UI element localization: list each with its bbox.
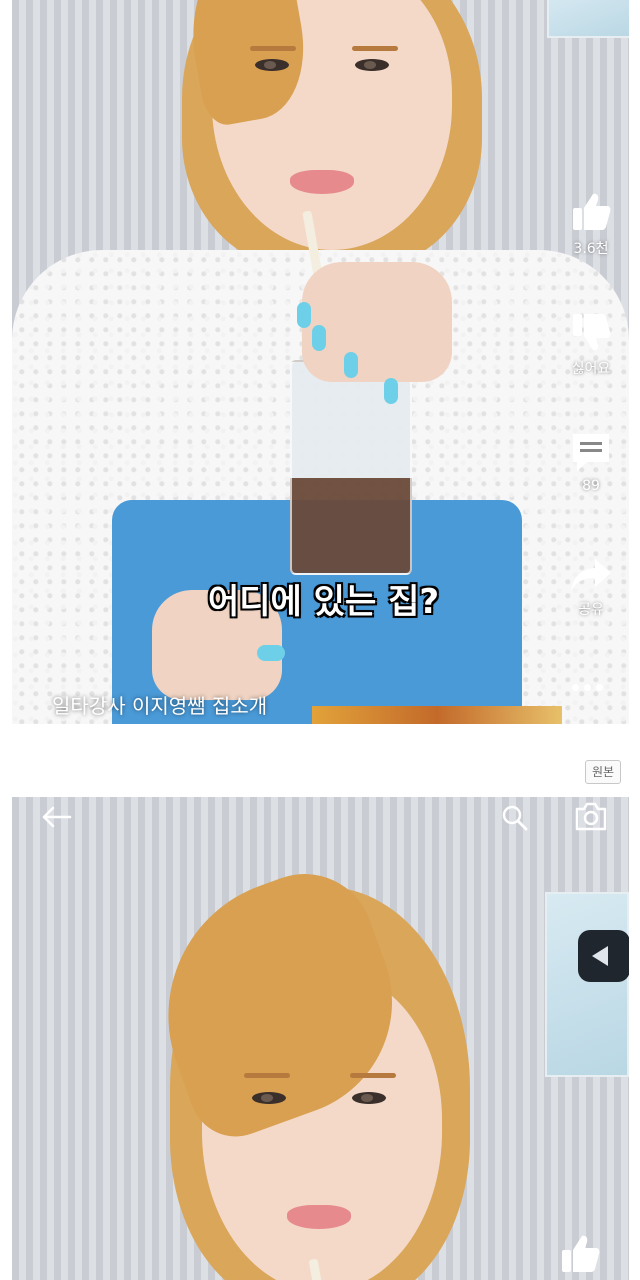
- comment-icon: [573, 434, 609, 471]
- nail: [257, 645, 285, 661]
- right-eyebrow: [350, 1073, 396, 1078]
- play-sign-decor: [578, 930, 629, 982]
- nail: [344, 352, 358, 378]
- video-frame-top[interactable]: 어디에 있는 집? 일타강사 이지영쌤 집소개 3.6천 싫어요 89 공유: [12, 0, 629, 724]
- subtitle-caption: 어디에 있는 집?: [208, 582, 440, 622]
- nail: [312, 325, 326, 351]
- comments-button[interactable]: 89: [560, 430, 622, 494]
- lips: [290, 170, 354, 194]
- share-icon: [571, 559, 611, 591]
- more-dots-icon[interactable]: [572, 676, 612, 691]
- back-arrow-icon[interactable]: [40, 805, 72, 829]
- share-label: 공유: [578, 602, 604, 618]
- camera-icon[interactable]: [573, 800, 609, 832]
- video-title[interactable]: 일타강사 이지영쌤 집소개: [52, 690, 267, 719]
- left-eyebrow: [244, 1073, 290, 1078]
- thumbs-up-icon: [573, 193, 611, 230]
- dislike-button[interactable]: 싫어요: [560, 310, 622, 378]
- table-edge: [312, 706, 562, 724]
- left-eye: [255, 59, 289, 71]
- lips: [287, 1205, 351, 1229]
- thumbs-up-icon[interactable]: [558, 1232, 602, 1276]
- wall-poster: [547, 0, 629, 38]
- like-button[interactable]: 3.6천: [560, 190, 622, 258]
- like-count: 3.6천: [573, 241, 609, 257]
- right-eye: [352, 1092, 386, 1104]
- dislike-label: 싫어요: [571, 361, 611, 377]
- nail: [297, 302, 311, 328]
- left-eye: [252, 1092, 286, 1104]
- right-eyebrow: [352, 46, 398, 51]
- thumbs-down-icon: [573, 314, 611, 351]
- wall-poster: [545, 892, 629, 1077]
- original-badge[interactable]: 원본: [585, 760, 622, 784]
- comment-count: 89: [582, 478, 600, 494]
- share-button[interactable]: 공유: [560, 555, 622, 619]
- nail: [384, 378, 398, 404]
- left-eyebrow: [250, 46, 296, 51]
- hand-holding-cup: [302, 262, 452, 382]
- video-frame-bottom[interactable]: [12, 797, 629, 1280]
- search-icon[interactable]: [500, 803, 530, 833]
- right-eye: [355, 59, 389, 71]
